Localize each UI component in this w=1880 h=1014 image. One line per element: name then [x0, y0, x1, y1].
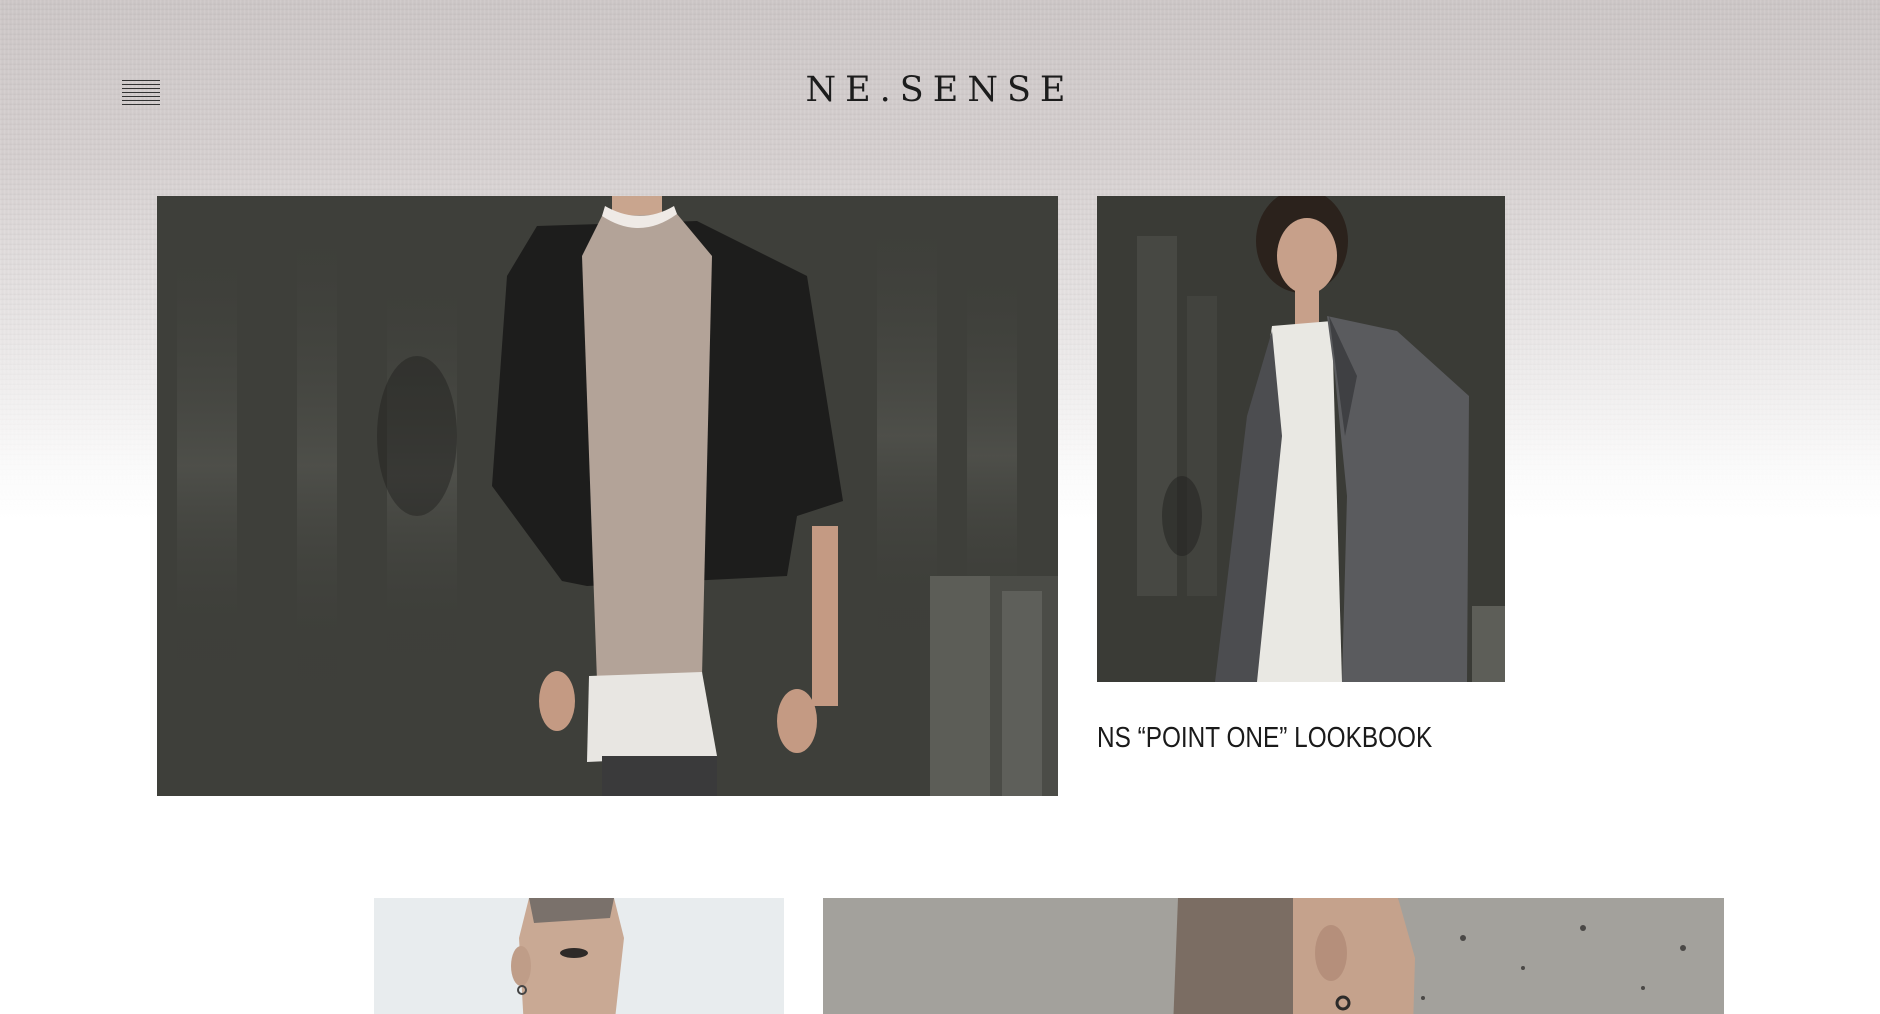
- featured-main-photo[interactable]: [157, 196, 1058, 796]
- article-title-link[interactable]: NS “POINT ONE” LOOKBOOK: [1097, 722, 1432, 755]
- site-logo[interactable]: NE.SENSE: [0, 70, 1880, 110]
- model-black-kimono-illustration: [157, 196, 1058, 796]
- next-right-photo[interactable]: [823, 898, 1724, 1014]
- model-grey-coat-illustration: [1097, 196, 1505, 682]
- featured-side-photo[interactable]: [1097, 196, 1505, 682]
- model-concrete-wall-illustration: [823, 898, 1724, 1014]
- page: NE.SENSE NS “POINT ONE” LOOKBOOK: [0, 0, 1880, 1014]
- next-left-photo[interactable]: [374, 898, 784, 1014]
- model-portrait-illustration: [374, 898, 784, 1014]
